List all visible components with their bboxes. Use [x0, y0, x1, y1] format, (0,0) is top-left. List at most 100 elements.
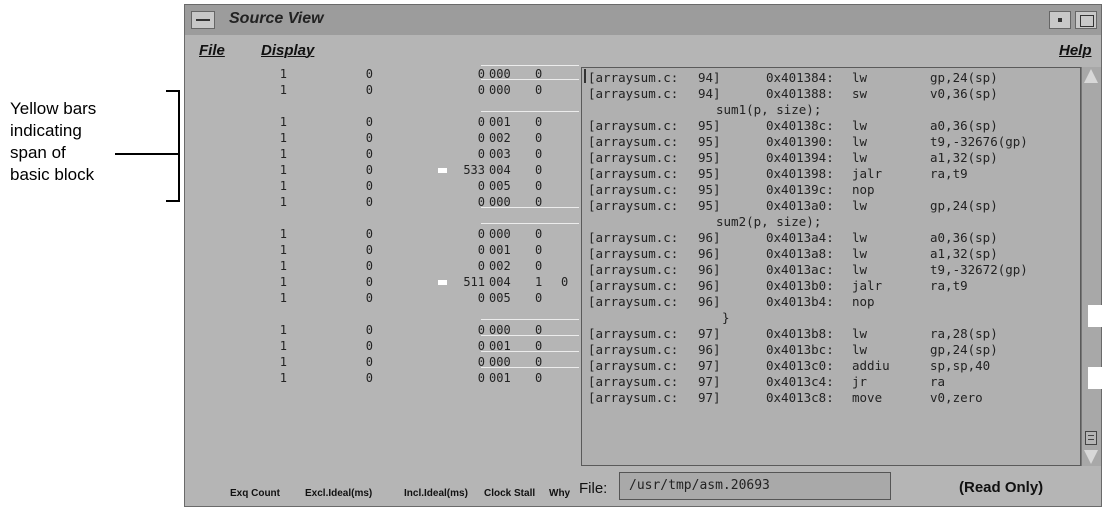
assembly-line[interactable]: [arraysum.c: 97] 0x4013c4: jr ra: [588, 374, 1078, 390]
menu-help[interactable]: Help: [1059, 42, 1092, 59]
assembly-op: nop: [852, 294, 875, 309]
stats-cell-c5: 0: [535, 115, 543, 129]
maximize-button[interactable]: [1075, 11, 1097, 29]
assembly-op: jalr: [852, 278, 883, 293]
assembly-file: [arraysum.c:: [588, 278, 679, 293]
assembly-line[interactable]: [arraysum.c: 97] 0x4013c8: move v0,zero: [588, 390, 1078, 406]
stats-cell-c3: 0: [477, 115, 485, 129]
assembly-line: 95]: [698, 150, 721, 165]
source-code-pane[interactable]: [arraysum.c: 94] 0x401384: lw gp,24(sp) [arra…: [581, 67, 1081, 466]
assembly-file: [arraysum.c:: [588, 390, 679, 405]
assembly-line[interactable]: [arraysum.c: 97] 0x4013b8: lw ra,28(sp): [588, 326, 1078, 342]
assembly-file: [arraysum.c:: [588, 246, 679, 261]
assembly-addr: 0x401388:: [766, 86, 834, 101]
stats-cell-c1: 1: [279, 243, 287, 257]
stats-row: 1 0 0 001 0: [185, 243, 579, 259]
assembly-op: move: [852, 390, 883, 405]
stats-cell-c2: 0: [365, 195, 373, 209]
stats-cell-c3: 0: [477, 339, 485, 353]
assembly-line: 95]: [698, 198, 721, 213]
assembly-line[interactable]: [arraysum.c: 95] 0x40138c: lw a0,36(sp): [588, 118, 1078, 134]
assembly-line[interactable]: [arraysum.c: 96] 0x4013ac: lw t9,-32672(gp): [588, 262, 1078, 278]
assembly-args: v0,zero: [930, 390, 983, 405]
stats-row: 1 0 511 004 1 0: [185, 275, 579, 291]
assembly-line[interactable]: [arraysum.c: 95] 0x401398: jalr ra,t9: [588, 166, 1078, 182]
stats-cell-c6: 0: [561, 275, 569, 289]
assembly-file: [arraysum.c:: [588, 198, 679, 213]
stats-cell-c2: 0: [365, 227, 373, 241]
assembly-line[interactable]: [arraysum.c: 95] 0x401390: lw t9,-32676(gp): [588, 134, 1078, 150]
annotation-line: Yellow bars: [10, 99, 97, 118]
annotation-pointer-line: [115, 153, 178, 155]
assembly-line[interactable]: [arraysum.c: 96] 0x4013b4: nop: [588, 294, 1078, 310]
assembly-addr: 0x401394:: [766, 150, 834, 165]
assembly-line[interactable]: [arraysum.c: 95] 0x4013a0: lw gp,24(sp): [588, 198, 1078, 214]
assembly-line: 96]: [698, 246, 721, 261]
stats-cell-c3: 0: [477, 83, 485, 97]
assembly-file: [arraysum.c:: [588, 134, 679, 149]
assembly-op: lw: [852, 326, 868, 341]
stats-cell-c1: 1: [279, 291, 287, 305]
stats-row: 1 0 0 002 0: [185, 259, 579, 275]
assembly-line[interactable]: [arraysum.c: 94] 0x401384: lw gp,24(sp): [588, 70, 1078, 86]
source-statement-line[interactable]: sum2(p, size);: [716, 214, 821, 230]
stats-cell-c3: 0: [477, 147, 485, 161]
menu-file[interactable]: File: [199, 42, 225, 59]
stats-cell-c4: 004: [489, 163, 511, 177]
stats-cell-c1: 1: [279, 115, 287, 129]
assembly-addr: 0x4013a4:: [766, 230, 834, 245]
assembly-addr: 0x4013a0:: [766, 198, 834, 213]
stats-cell-c4: 000: [489, 227, 511, 241]
stats-cell-c3: 0: [477, 195, 485, 209]
stats-cell-c1: 1: [279, 195, 287, 209]
assembly-line[interactable]: [arraysum.c: 95] 0x401394: lw a1,32(sp): [588, 150, 1078, 166]
vertical-scrollbar[interactable]: [1081, 67, 1102, 466]
title-bar[interactable]: Source View: [185, 5, 1101, 36]
assembly-args: gp,24(sp): [930, 70, 998, 85]
stats-cell-c1: 1: [279, 259, 287, 273]
source-view-window: Source View File Display Help 1 0 0 000 0 1 0 0…: [184, 4, 1102, 507]
basic-block-divider: [481, 335, 579, 336]
assembly-line[interactable]: [arraysum.c: 95] 0x40139c: nop: [588, 182, 1078, 198]
stats-cell-c3: 0: [477, 243, 485, 257]
column-header-incl-ideal: Incl.Ideal(ms): [404, 488, 468, 499]
stats-cell-c2: 0: [365, 83, 373, 97]
assembly-line[interactable]: [arraysum.c: 94] 0x401388: sw v0,36(sp): [588, 86, 1078, 102]
window-menu-button[interactable]: [191, 11, 215, 29]
stats-cell-c2: 0: [365, 163, 373, 177]
basic-block-divider: [481, 65, 579, 66]
column-header-excl-ideal: Excl.Ideal(ms): [305, 488, 373, 499]
scroll-grip-icon[interactable]: [1085, 431, 1097, 445]
assembly-args: v0,36(sp): [930, 86, 998, 101]
column-header-why: Why: [549, 488, 571, 499]
assembly-op: nop: [852, 182, 875, 197]
assembly-line[interactable]: [arraysum.c: 96] 0x4013a8: lw a1,32(sp): [588, 246, 1078, 262]
source-statement-line[interactable]: sum1(p, size);: [716, 102, 821, 118]
stats-cell-c3: 511: [463, 275, 485, 289]
assembly-line[interactable]: [arraysum.c: 96] 0x4013bc: lw gp,24(sp): [588, 342, 1078, 358]
stats-cell-c5: 1: [535, 275, 543, 289]
stats-cell-c5: 0: [535, 227, 543, 241]
assembly-file: [arraysum.c:: [588, 166, 679, 181]
scroll-up-arrow-icon[interactable]: [1084, 69, 1098, 83]
assembly-args: ra,t9: [930, 278, 968, 293]
stats-row: 1 0 0 000 0: [185, 323, 579, 339]
assembly-line[interactable]: [arraysum.c: 96] 0x4013b0: jalr ra,t9: [588, 278, 1078, 294]
scroll-down-arrow-icon[interactable]: [1084, 450, 1098, 464]
stats-cell-c1: 1: [279, 355, 287, 369]
stats-row: 1 0 0 000 0: [185, 355, 579, 371]
stats-cell-c5: 0: [535, 243, 543, 257]
assembly-line[interactable]: [arraysum.c: 96] 0x4013a4: lw a0,36(sp): [588, 230, 1078, 246]
source-statement-line[interactable]: }: [722, 310, 730, 326]
menu-display[interactable]: Display: [261, 42, 314, 59]
menu-bar: File Display Help: [185, 35, 1101, 65]
assembly-file: [arraysum.c:: [588, 118, 679, 133]
stats-cell-c3: 0: [477, 323, 485, 337]
assembly-line[interactable]: [arraysum.c: 97] 0x4013c0: addiu sp,sp,40: [588, 358, 1078, 374]
minimize-button[interactable]: [1049, 11, 1071, 29]
basic-block-divider: [481, 207, 579, 208]
file-path-field[interactable]: /usr/tmp/asm.20693: [619, 472, 891, 500]
annotation-text: Yellow bars indicating span of basic blo…: [10, 98, 160, 186]
stats-cell-c3: 0: [477, 67, 485, 81]
stats-cell-c4: 001: [489, 243, 511, 257]
